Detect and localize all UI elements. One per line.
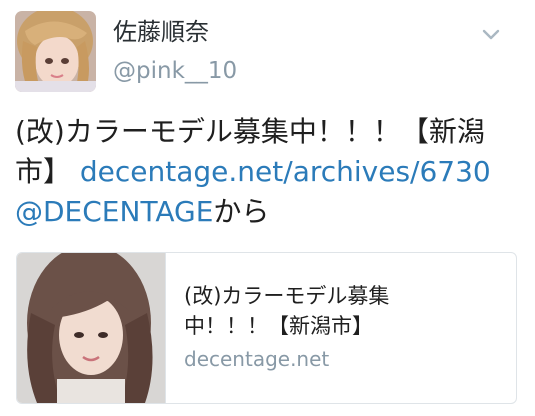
card-domain: decentage.net [184, 347, 330, 371]
author-name[interactable]: 佐藤順奈 [113, 17, 209, 47]
author-handle[interactable]: @pink__10 [113, 56, 237, 86]
avatar-photo [15, 11, 96, 92]
avatar[interactable] [15, 11, 96, 92]
chevron-down-icon[interactable] [479, 24, 503, 44]
card-title-line-1: (改)カラーモデル募集 [184, 284, 390, 308]
tweet-link[interactable]: decentage.net/archives/6730 [80, 155, 491, 188]
card-thumbnail [17, 253, 166, 403]
card-title: (改)カラーモデル募集 中！！！【新潟市】 [184, 281, 444, 341]
tweet-text: (改)カラーモデル募集中！！！【新潟市】 decentage.net/archi… [15, 112, 527, 232]
link-card[interactable]: (改)カラーモデル募集 中！！！【新潟市】 decentage.net [16, 252, 517, 404]
tweet-text-suffix: から [213, 195, 270, 228]
card-title-line-2: 中！！！【新潟市】 [184, 314, 373, 338]
mention-link[interactable]: @DECENTAGE [15, 195, 213, 228]
